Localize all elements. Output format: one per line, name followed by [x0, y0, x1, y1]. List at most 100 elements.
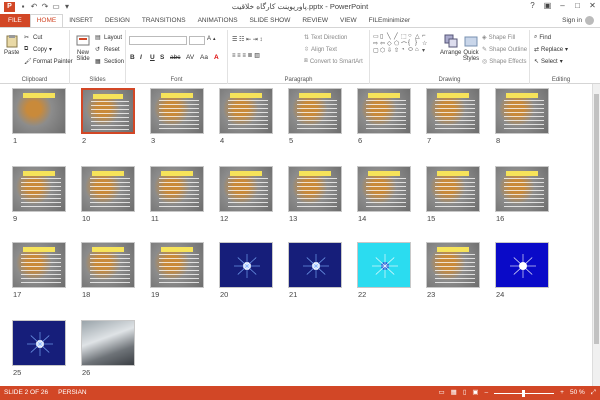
change-case-button[interactable]: Aa [200, 54, 208, 61]
slide-preview[interactable] [150, 166, 204, 212]
slide-preview[interactable] [357, 242, 411, 288]
slide-preview[interactable] [81, 166, 135, 212]
slide-preview[interactable] [426, 166, 480, 212]
slide-sorter[interactable]: 1 2 3 4 5 6 7 8 9 10 11 12 13 14 15 16 17 18 19 20 21 22 23 24 2… [0, 84, 600, 386]
convert-smartart-button[interactable]: ⧈ Convert to SmartArt [304, 58, 363, 65]
paste-button[interactable]: Paste [4, 34, 19, 56]
reset-button[interactable]: ↺ Reset [95, 46, 120, 54]
ribbon-display-icon[interactable]: ▣ [540, 0, 555, 12]
slide-preview[interactable] [12, 166, 66, 212]
shape-fill-button[interactable]: ◈ Shape Fill [482, 34, 515, 42]
slide-preview[interactable] [495, 242, 549, 288]
language-indicator[interactable]: PERSIAN [58, 386, 87, 400]
tab-animations[interactable]: ANIMATIONS [192, 14, 244, 27]
tab-insert[interactable]: INSERT [63, 14, 99, 27]
tab-fileminimizer[interactable]: FILEminimizer [363, 14, 417, 27]
paint-bucket-icon: ◈ [482, 35, 487, 41]
slide-preview[interactable] [288, 166, 342, 212]
selected-slide-preview[interactable] [81, 88, 135, 134]
vertical-scrollbar[interactable] [592, 84, 600, 386]
align-text-button[interactable]: ⇳ Align Text [304, 46, 337, 54]
shape-outline-button[interactable]: ✎ Shape Outline [482, 46, 527, 54]
tab-home[interactable]: HOME [29, 14, 64, 27]
arrange-button[interactable]: Arrange [440, 34, 461, 56]
new-slide-button[interactable]: New Slide [73, 34, 93, 62]
cut-button[interactable]: ✂ Cut [24, 34, 42, 42]
slide-preview[interactable] [12, 242, 66, 288]
font-color-button[interactable]: A [214, 54, 219, 61]
grow-font-icon[interactable]: A ▴ [207, 36, 216, 42]
slide-preview[interactable] [150, 88, 204, 134]
quick-styles-button[interactable]: Quick Styles [462, 34, 480, 62]
slide-preview[interactable] [219, 88, 273, 134]
zoom-level[interactable]: 50 % [570, 386, 585, 400]
help-icon[interactable]: ? [525, 0, 540, 12]
zoom-out-icon[interactable]: – [485, 386, 489, 400]
find-button[interactable]: ⌕ Find [534, 34, 551, 41]
tab-slide-show[interactable]: SLIDE SHOW [244, 14, 297, 27]
zoom-knob[interactable] [522, 389, 526, 397]
font-group: A ▴ B I U S abc AV Aa A Font [126, 30, 228, 84]
powerpoint-icon[interactable]: P [4, 2, 15, 12]
shapes-gallery[interactable]: ▭ ▯ ╲ ╱ ⬚ ○ △ ⌐ ⇨ ⇦ ◇ ⬠ ⌒{} ☆ ▢ ⬡ ⇩ ⇧ ◔ ⬭ ⌂ ▾ [373, 33, 433, 61]
slide-preview[interactable] [426, 242, 480, 288]
tab-transitions[interactable]: TRANSITIONS [136, 14, 192, 27]
slide-preview[interactable] [357, 166, 411, 212]
strikethrough-button[interactable]: abc [170, 54, 180, 61]
redo-icon[interactable]: ↷ [41, 2, 49, 11]
fit-to-window-icon[interactable]: ⤢ [591, 386, 596, 400]
slide-preview[interactable] [12, 320, 66, 366]
sign-in[interactable]: Sign in [562, 14, 594, 27]
customize-qat-icon[interactable]: ▾ [63, 2, 71, 11]
italic-button[interactable]: I [140, 54, 142, 61]
undo-icon[interactable]: ↶ [30, 2, 38, 11]
save-icon[interactable]: ▪ [19, 2, 27, 11]
slide-number: 10 [82, 214, 91, 223]
text-direction-button[interactable]: ⇅ Text Direction [304, 34, 347, 42]
slide-preview[interactable] [81, 242, 135, 288]
slide-preview[interactable] [150, 242, 204, 288]
normal-view-icon[interactable]: ▭ [439, 386, 445, 400]
slide-number: 14 [358, 214, 367, 223]
slide-preview[interactable] [81, 320, 135, 366]
char-spacing-button[interactable]: AV [186, 54, 194, 61]
slide-preview[interactable] [357, 88, 411, 134]
tab-design[interactable]: DESIGN [99, 14, 136, 27]
underline-button[interactable]: U [150, 54, 155, 61]
shadow-button[interactable]: S [160, 54, 164, 61]
minimize-button[interactable]: – [555, 0, 570, 12]
zoom-in-icon[interactable]: + [560, 386, 564, 400]
tab-view[interactable]: VIEW [334, 14, 363, 27]
slide-preview[interactable] [495, 88, 549, 134]
font-name-select[interactable] [129, 36, 187, 45]
slide-preview[interactable] [288, 88, 342, 134]
slide-preview[interactable] [219, 166, 273, 212]
slideshow-view-icon[interactable]: ▣ [472, 386, 478, 400]
bold-button[interactable]: B [130, 54, 135, 61]
maximize-button[interactable]: □ [570, 0, 585, 12]
slide-preview[interactable] [495, 166, 549, 212]
font-size-select[interactable] [189, 36, 205, 45]
copy-button[interactable]: ⧉ Copy ▾ [24, 46, 52, 53]
shape-effects-button[interactable]: ◎ Shape Effects [482, 58, 527, 66]
slide-preview[interactable] [12, 88, 66, 134]
new-slide-label: New Slide [76, 50, 90, 62]
layout-button[interactable]: ▤ Layout [95, 34, 122, 42]
format-painter-button[interactable]: 🖌 Format Painter [24, 58, 73, 66]
slide-preview[interactable] [288, 242, 342, 288]
slide-sorter-icon[interactable]: ▦ [451, 386, 457, 400]
zoom-slider[interactable] [494, 389, 555, 397]
scrollbar-thumb[interactable] [594, 94, 599, 344]
tab-review[interactable]: REVIEW [296, 14, 334, 27]
start-slideshow-icon[interactable]: ▭ [52, 2, 60, 11]
tab-file[interactable]: FILE [0, 14, 30, 27]
align-icons[interactable]: ≡ ≡ ≡ ≣ ▥ [232, 52, 260, 59]
slide-preview[interactable] [426, 88, 480, 134]
close-button[interactable]: ✕ [585, 0, 600, 12]
reading-view-icon[interactable]: ▯ [463, 386, 467, 400]
replace-button[interactable]: ⇄ Replace ▾ [534, 46, 568, 54]
section-button[interactable]: ▦ Section [95, 58, 124, 66]
slide-preview[interactable] [219, 242, 273, 288]
select-button[interactable]: ↖ Select ▾ [534, 58, 563, 66]
bullets-icon[interactable]: ☰ ☷ ⇤ ⇥ ↕ [232, 36, 262, 43]
